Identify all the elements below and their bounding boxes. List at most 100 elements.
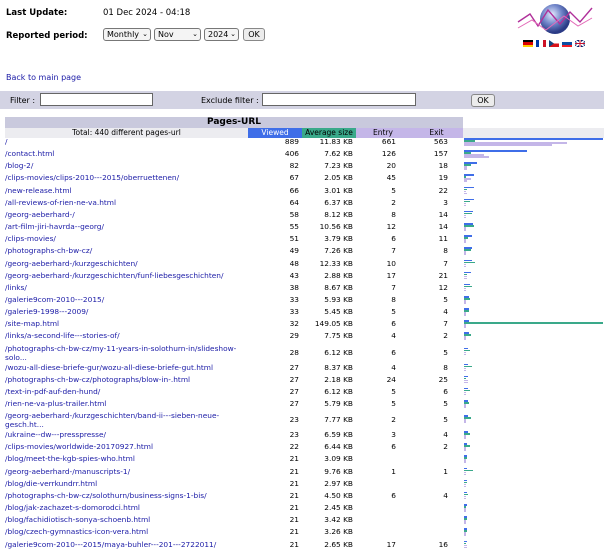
page-url-link[interactable]: /links/a-second-life---stories-of/ xyxy=(5,331,248,340)
period-ok-button[interactable]: OK xyxy=(243,28,265,41)
average-size: 6.59 KB xyxy=(324,430,353,440)
viewed-count: 51 xyxy=(289,234,299,244)
page-url-link[interactable]: /photographs-ch-bw-cz/ xyxy=(5,246,248,255)
flag-de-icon[interactable] xyxy=(523,40,533,47)
average-size: 2.88 KB xyxy=(324,270,353,280)
page-url-link[interactable]: /georg-aeberhard-/manuscripts-1/ xyxy=(5,467,248,476)
page-url-link[interactable]: /georg-aeberhard-/kurzgeschichten/funf-l… xyxy=(5,271,248,280)
exit-bar xyxy=(464,381,468,384)
average-size: 2.05 KB xyxy=(324,173,353,183)
table-row: /site-map.html 32 149.05 KB 6 7 xyxy=(5,319,604,331)
entry-count: 5 xyxy=(391,386,396,396)
page-url-link[interactable]: /georg-aeberhard-/kurzgeschichten/band-i… xyxy=(5,411,248,430)
page-url-link[interactable]: /text-in-pdf-auf-den-hund/ xyxy=(5,387,248,396)
average-size-bar xyxy=(464,261,476,264)
entry-count: 4 xyxy=(391,331,396,341)
page-url-link[interactable]: /galerie9com-2010---2015/ xyxy=(5,295,248,304)
exit-count: 16 xyxy=(438,539,448,549)
average-size: 149.05 KB xyxy=(314,319,353,329)
exit-count: 11 xyxy=(438,234,448,244)
page-url-link[interactable]: /clips-movies/clips-2010---2015/oberruet… xyxy=(5,173,248,182)
average-size: 2.18 KB xyxy=(324,374,353,384)
entry-count: 126 xyxy=(381,149,396,159)
exit-count: 5 xyxy=(443,399,448,408)
back-to-main-link[interactable]: Back to main page xyxy=(6,73,81,82)
page-url-link[interactable]: /blog/jak-zachazet-s-domorodci.html xyxy=(5,503,248,512)
average-size: 4.50 KB xyxy=(324,490,353,500)
average-size: 8.37 KB xyxy=(324,362,353,372)
table-row: /galerie9-1998---2009/33 5.45 KB 5 4 xyxy=(5,307,604,319)
filter-bar: Filter : Exclude filter : OK xyxy=(0,91,604,109)
entry-count: 5 xyxy=(391,185,396,195)
viewed-count: 48 xyxy=(289,258,299,268)
exit-count: 14 xyxy=(438,222,448,232)
filter-label: Filter : xyxy=(10,96,36,105)
viewed-count: 889 xyxy=(284,137,299,146)
page-url-link[interactable]: /blog/meet-the-kgb-spies-who.html xyxy=(5,454,248,463)
table-row: /links/a-second-life---stories-of/29 7.75… xyxy=(5,331,604,343)
exit-count: 5 xyxy=(443,347,448,357)
flag-sk-icon[interactable] xyxy=(562,40,572,47)
page-url-link[interactable]: /ukraine--dw---presspresse/ xyxy=(5,430,248,439)
year-select[interactable]: 2024 ⌄ xyxy=(204,28,239,41)
entry-count: 10 xyxy=(386,258,396,268)
table-row: /blog-2/82 7.23 KB 20 18 xyxy=(5,161,604,173)
page-url-link[interactable]: /site-map.html xyxy=(5,319,248,328)
viewed-count: 21 xyxy=(289,503,299,513)
month-select[interactable]: Nov ⌄ xyxy=(154,28,201,41)
viewed-count: 21 xyxy=(289,527,299,537)
page-url-link[interactable]: /photographs-ch-bw-cz/solothurn/business… xyxy=(5,491,248,500)
entry-count: 8 xyxy=(391,294,396,304)
exit-bar xyxy=(464,546,467,549)
filter-input[interactable] xyxy=(40,93,153,106)
page-url-link[interactable]: /wozu-all-diese-briefe-gur/wozu-all-dies… xyxy=(5,363,248,372)
entry-count: 17 xyxy=(386,270,396,280)
flag-fr-icon[interactable] xyxy=(536,40,546,47)
exit-count: 8 xyxy=(443,362,448,372)
page-url-link[interactable]: /blog/fachidiotisch-sonya-schoenb.html xyxy=(5,515,248,524)
exclude-filter-input[interactable] xyxy=(262,93,416,106)
exit-bar xyxy=(464,168,467,170)
chevron-down-icon: ⌄ xyxy=(192,30,198,38)
page-url-link[interactable]: /blog-2/ xyxy=(5,161,248,170)
page-url-link[interactable]: /photographs-ch-bw-cz/my-11-years-in-sol… xyxy=(5,344,248,363)
exit-bar xyxy=(464,449,466,451)
exit-bar xyxy=(464,180,467,183)
page-url-link[interactable]: /all-reviews-of-rien-ne-va.html xyxy=(5,198,248,207)
viewed-count: 21 xyxy=(289,539,299,549)
exit-bar xyxy=(464,461,466,464)
page-url-link[interactable]: / xyxy=(5,137,248,146)
page-url-link[interactable]: /blog/czech-gymnastics-icon-vera.html xyxy=(5,527,248,536)
flag-cz-icon[interactable] xyxy=(549,40,559,47)
page-url-link[interactable]: /new-release.html xyxy=(5,186,248,195)
page-url-link[interactable]: /clips-movies/worldwide-20170927.html xyxy=(5,442,248,451)
page-url-link[interactable]: /georg-aeberhard-/ xyxy=(5,210,248,219)
page-url-link[interactable]: /galerie9com-2010---2015/maya-buhler---2… xyxy=(5,540,248,549)
page-url-link[interactable]: /links/ xyxy=(5,283,248,292)
average-size: 8.12 KB xyxy=(324,209,353,219)
page-url-link[interactable]: /clips-movies/ xyxy=(5,234,248,243)
exit-bar xyxy=(464,485,466,488)
exit-count: 18 xyxy=(438,161,448,171)
filter-ok-button[interactable]: OK xyxy=(471,94,495,107)
flag-gb-icon[interactable] xyxy=(575,40,585,47)
exit-bar xyxy=(464,406,466,408)
viewed-count: 21 xyxy=(289,466,299,476)
average-size: 3.42 KB xyxy=(324,515,353,525)
page-url-link[interactable]: /georg-aeberhard-/kurzgeschichten/ xyxy=(5,259,248,268)
page-url-link[interactable]: /blog/die-verrkundrr.html xyxy=(5,479,248,488)
viewed-count: 21 xyxy=(289,490,299,500)
table-row: /ukraine--dw---presspresse/23 6.59 KB 3 4 xyxy=(5,430,604,442)
page-url-link[interactable]: /rien-ne-va-plus-trailer.html xyxy=(5,399,248,408)
entry-count: 8 xyxy=(391,209,396,219)
entry-count: 5 xyxy=(391,307,396,317)
page-url-link[interactable]: /art-film-jiri-havrda--georg/ xyxy=(5,222,248,231)
average-size: 8.67 KB xyxy=(324,282,353,292)
viewed-count: 82 xyxy=(289,161,299,171)
exit-bar xyxy=(464,534,466,536)
page-url-link[interactable]: /galerie9-1998---2009/ xyxy=(5,307,248,316)
viewed-count: 27 xyxy=(289,399,299,408)
page-url-link[interactable]: /photographs-ch-bw-cz/photographs/blow-i… xyxy=(5,375,248,384)
page-url-link[interactable]: /contact.html xyxy=(5,149,248,158)
period-type-select[interactable]: Monthly ⌄ xyxy=(103,28,151,41)
